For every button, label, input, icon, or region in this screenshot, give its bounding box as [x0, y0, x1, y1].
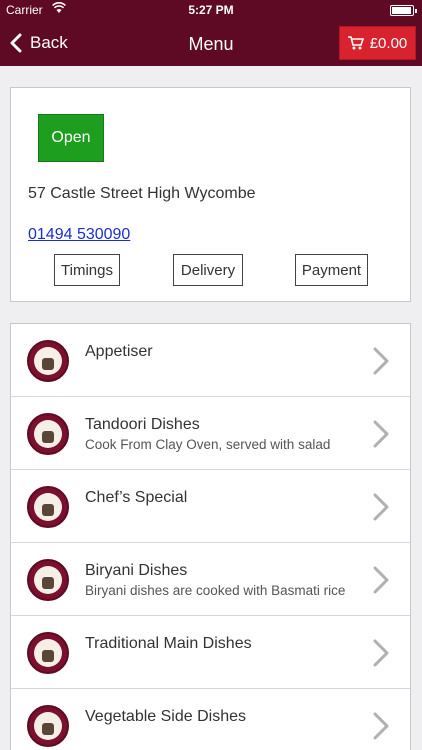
battery-icon	[390, 5, 417, 16]
nav-bar: Carrier 5:27 PM Back Menu £0.00	[0, 0, 422, 66]
category-thumbnail	[27, 486, 69, 528]
category-title: Chef’s Special	[85, 489, 188, 506]
payment-button[interactable]: Payment	[295, 254, 368, 286]
category-title: Traditional Main Dishes	[85, 635, 252, 652]
chevron-right-icon	[373, 566, 389, 594]
phone-link[interactable]: 01494 530090	[28, 226, 130, 244]
category-title: Vegetable Side Dishes	[85, 708, 246, 725]
chevron-right-icon	[373, 420, 389, 448]
menu-category-tandoori[interactable]: Tandoori Dishes Cook From Clay Oven, ser…	[11, 397, 410, 470]
menu-category-chefs-special[interactable]: Chef’s Special	[11, 470, 410, 543]
delivery-button[interactable]: Delivery	[173, 254, 243, 286]
chevron-right-icon	[373, 712, 389, 740]
menu-category-traditional-main[interactable]: Traditional Main Dishes	[11, 616, 410, 689]
category-thumbnail	[27, 340, 69, 382]
address-text: 57 Castle Street High Wycombe	[28, 185, 256, 202]
menu-category-list: Appetiser Tandoori Dishes Cook From Clay…	[10, 323, 411, 750]
menu-category-vegetable-side[interactable]: Vegetable Side Dishes	[11, 689, 410, 750]
clock: 5:27 PM	[188, 3, 234, 17]
cart-icon	[347, 36, 364, 50]
category-thumbnail	[27, 632, 69, 674]
category-thumbnail	[27, 559, 69, 601]
status-bar: Carrier 5:27 PM	[0, 0, 422, 20]
timings-button[interactable]: Timings	[54, 254, 120, 286]
chevron-right-icon	[373, 347, 389, 375]
cart-total: £0.00	[369, 34, 408, 52]
category-title: Appetiser	[85, 343, 153, 360]
category-description: Cook From Clay Oven, served with salad	[85, 437, 331, 452]
category-description: Biryani dishes are cooked with Basmati r…	[85, 583, 346, 598]
restaurant-info-card: Open 57 Castle Street High Wycombe 01494…	[10, 87, 411, 302]
chevron-right-icon	[373, 493, 389, 521]
category-title: Biryani Dishes	[85, 562, 188, 579]
chevron-right-icon	[373, 639, 389, 667]
menu-category-appetiser[interactable]: Appetiser	[11, 324, 410, 397]
category-title: Tandoori Dishes	[85, 416, 200, 433]
category-thumbnail	[27, 705, 69, 747]
cart-button[interactable]: £0.00	[339, 26, 416, 60]
menu-category-biryani[interactable]: Biryani Dishes Biryani dishes are cooked…	[11, 543, 410, 616]
category-thumbnail	[27, 413, 69, 455]
open-status-badge: Open	[38, 114, 104, 162]
